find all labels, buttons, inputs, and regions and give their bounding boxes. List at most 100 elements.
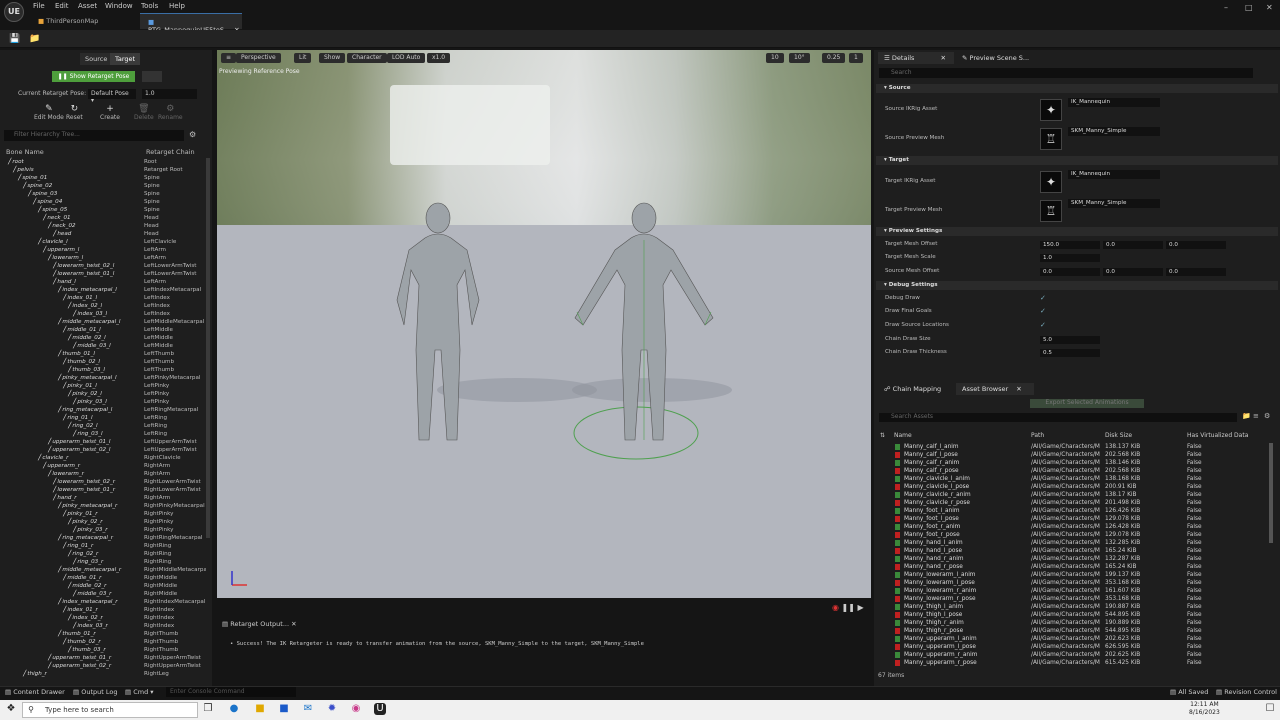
close-window-icon[interactable]: ✕ [1266,3,1273,12]
bone-chain[interactable]: LeftIndex [144,310,206,318]
mesh-thumbnail-icon[interactable]: ♖ [1040,200,1062,222]
bone-chain[interactable]: RightRing [144,542,206,550]
bone-row[interactable]: ring_02_l LeftRing [0,422,206,430]
bone-row[interactable]: ring_02_r RightRing [0,550,206,558]
asset-row[interactable]: Manny_clavicle_r_pose/All/Game/Character… [895,499,1265,507]
bone-row[interactable]: middle_01_l LeftMiddle [0,326,206,334]
revision-control-button[interactable]: ▤ Revision Control [1216,688,1277,696]
notification-icon[interactable]: ☐ [1264,703,1276,715]
bone-row[interactable]: clavicle_r RightClavicle [0,454,206,462]
bone-chain[interactable]: LeftIndex [144,294,206,302]
bone-chain[interactable]: LeftArm [144,254,206,262]
folder-icon[interactable]: 📁 [1242,412,1251,420]
close-tab-icon[interactable]: ✕ [291,620,296,628]
bone-row[interactable]: ring_metacarpal_l LeftRingMetacarpal [0,406,206,414]
close-tab-icon[interactable]: ✕ [1016,385,1021,393]
bone-chain[interactable]: Root [144,158,206,166]
bone-chain[interactable]: RightPinky [144,526,206,534]
column-retarget-chain[interactable]: Retarget Chain [146,148,195,156]
pose-select[interactable]: Default Pose ▾ [88,89,136,104]
bone-row[interactable]: upperarm_twist_02_l LeftUpperArmTwist [0,446,206,454]
bone-row[interactable]: upperarm_l LeftArm [0,246,206,254]
bone-row[interactable]: lowerarm_r RightArm [0,470,206,478]
menu-asset[interactable]: Asset [78,2,97,10]
app-icon[interactable]: ✹ [326,703,338,715]
column-name[interactable]: Name [894,432,912,439]
bone-row[interactable]: index_02_l LeftIndex [0,302,206,310]
lod-auto-button[interactable]: LOD Auto [387,53,426,63]
bone-row[interactable]: thumb_01_r RightThumb [0,630,206,638]
bone-chain[interactable]: LeftMiddle [144,342,206,350]
bone-row[interactable]: middle_02_r RightMiddle [0,582,206,590]
asset-row[interactable]: Manny_lowerarm_l_pose/All/Game/Character… [895,579,1265,587]
character-button[interactable]: Character [347,53,387,63]
bone-chain[interactable]: RightIndex [144,606,206,614]
bone-row[interactable]: index_01_r RightIndex [0,606,206,614]
bone-chain[interactable]: Head [144,222,206,230]
bone-chain[interactable]: Spine [144,182,206,190]
bone-row[interactable]: ring_01_r RightRing [0,542,206,550]
bone-row[interactable]: middle_metacarpal_r RightMiddleMetacarpal [0,566,206,574]
column-path[interactable]: Path [1031,432,1044,439]
bone-row[interactable]: lowerarm_twist_01_l LeftLowerArmTwist [0,270,206,278]
column-virtualized[interactable]: Has Virtualized Data [1187,432,1248,439]
minimize-icon[interactable]: – [1224,3,1228,12]
bone-chain[interactable]: LeftPinky [144,382,206,390]
bone-chain[interactable]: RightClavicle [144,454,206,462]
bone-chain[interactable]: LeftMiddle [144,326,206,334]
bone-chain[interactable]: LeftArm [144,246,206,254]
task-view-icon[interactable]: ❒ [202,703,214,715]
bone-row[interactable]: middle_02_l LeftMiddle [0,334,206,342]
bone-row[interactable]: pinky_02_r RightPinky [0,518,206,526]
bone-chain[interactable]: RightUpperArmTwist [144,654,206,662]
menu-window[interactable]: Window [105,2,133,10]
target-scale-field[interactable]: 1.0 [1040,254,1100,262]
bone-row[interactable]: thumb_02_r RightThumb [0,638,206,646]
bone-row[interactable]: pinky_02_l LeftPinky [0,390,206,398]
bone-row[interactable]: spine_05 Spine [0,206,206,214]
bone-row[interactable]: pelvis Retarget Root [0,166,206,174]
bone-row[interactable]: lowerarm_twist_01_r RightLowerArmTwist [0,486,206,494]
asset-row[interactable]: Manny_foot_l_anim/All/Game/Characters/M 1… [895,507,1265,515]
bone-chain[interactable]: RightMiddle [144,590,206,598]
bone-chain[interactable]: RightIndex [144,622,206,630]
bone-chain[interactable]: RightRingMetacarpal [144,534,206,542]
asset-row[interactable]: Manny_foot_r_pose/All/Game/Characters/M 1… [895,531,1265,539]
section-source[interactable]: ▾ Source [876,84,1278,93]
bone-chain[interactable]: LeftLowerArmTwist [144,262,206,270]
tab-details[interactable]: ☰ Details ✕ [878,52,954,64]
mesh-thumbnail-icon[interactable]: ♖ [1040,128,1062,150]
asset-row[interactable]: Manny_upperarm_l_anim/All/Game/Character… [895,635,1265,643]
bone-row[interactable]: pinky_metacarpal_l LeftPinkyMetacarpal [0,374,206,382]
create-button[interactable]: + Create [100,104,120,121]
asset-row[interactable]: Manny_hand_l_anim/All/Game/Characters/M 1… [895,539,1265,547]
asset-row[interactable]: Manny_calf_r_anim/All/Game/Characters/M 1… [895,459,1265,467]
maximize-icon[interactable]: □ [1245,3,1253,12]
close-tab-icon[interactable]: ✕ [941,54,946,62]
console-input[interactable]: Enter Console Command [166,687,296,697]
lit-button[interactable]: Lit [294,53,312,63]
bone-chain[interactable]: RightRing [144,558,206,566]
bone-row[interactable]: ring_01_l LeftRing [0,414,206,422]
playback-controls[interactable]: ◉ ❚❚ ▶ [832,603,864,612]
asset-row[interactable]: Manny_upperarm_r_anim/All/Game/Character… [895,651,1265,659]
asset-row[interactable]: Manny_foot_r_anim/All/Game/Characters/M 1… [895,523,1265,531]
draw-source-checkbox[interactable]: ✓ [1040,321,1046,329]
draw-goals-checkbox[interactable]: ✓ [1040,307,1046,315]
bone-row[interactable]: lowerarm_twist_02_r RightLowerArmTwist [0,478,206,486]
target-mesh-select[interactable]: SKM_Manny_Simple [1068,199,1160,208]
browse-icon[interactable]: 📁 [29,34,40,44]
settings-gear-icon[interactable]: ⚙ [189,130,196,139]
bone-chain[interactable]: Head [144,214,206,222]
tab-preview-scene[interactable]: ✎ Preview Scene S... [956,52,1035,64]
bone-chain[interactable]: Spine [144,174,206,182]
menu-file[interactable]: File [33,2,45,10]
bone-chain[interactable]: RightPinky [144,510,206,518]
bone-chain[interactable]: LeftUpperArmTwist [144,438,206,446]
clock[interactable]: 12:11 AM 8/16/2023 [1189,701,1220,717]
bone-row[interactable]: ring_metacarpal_r RightRingMetacarpal [0,534,206,542]
hierarchy-scrollbar[interactable] [206,158,210,538]
details-search-input[interactable]: Search [879,68,1253,78]
edit-mode-button[interactable]: ✎ Edit Mode [34,104,64,121]
perspective-button[interactable]: Perspective [236,53,281,63]
